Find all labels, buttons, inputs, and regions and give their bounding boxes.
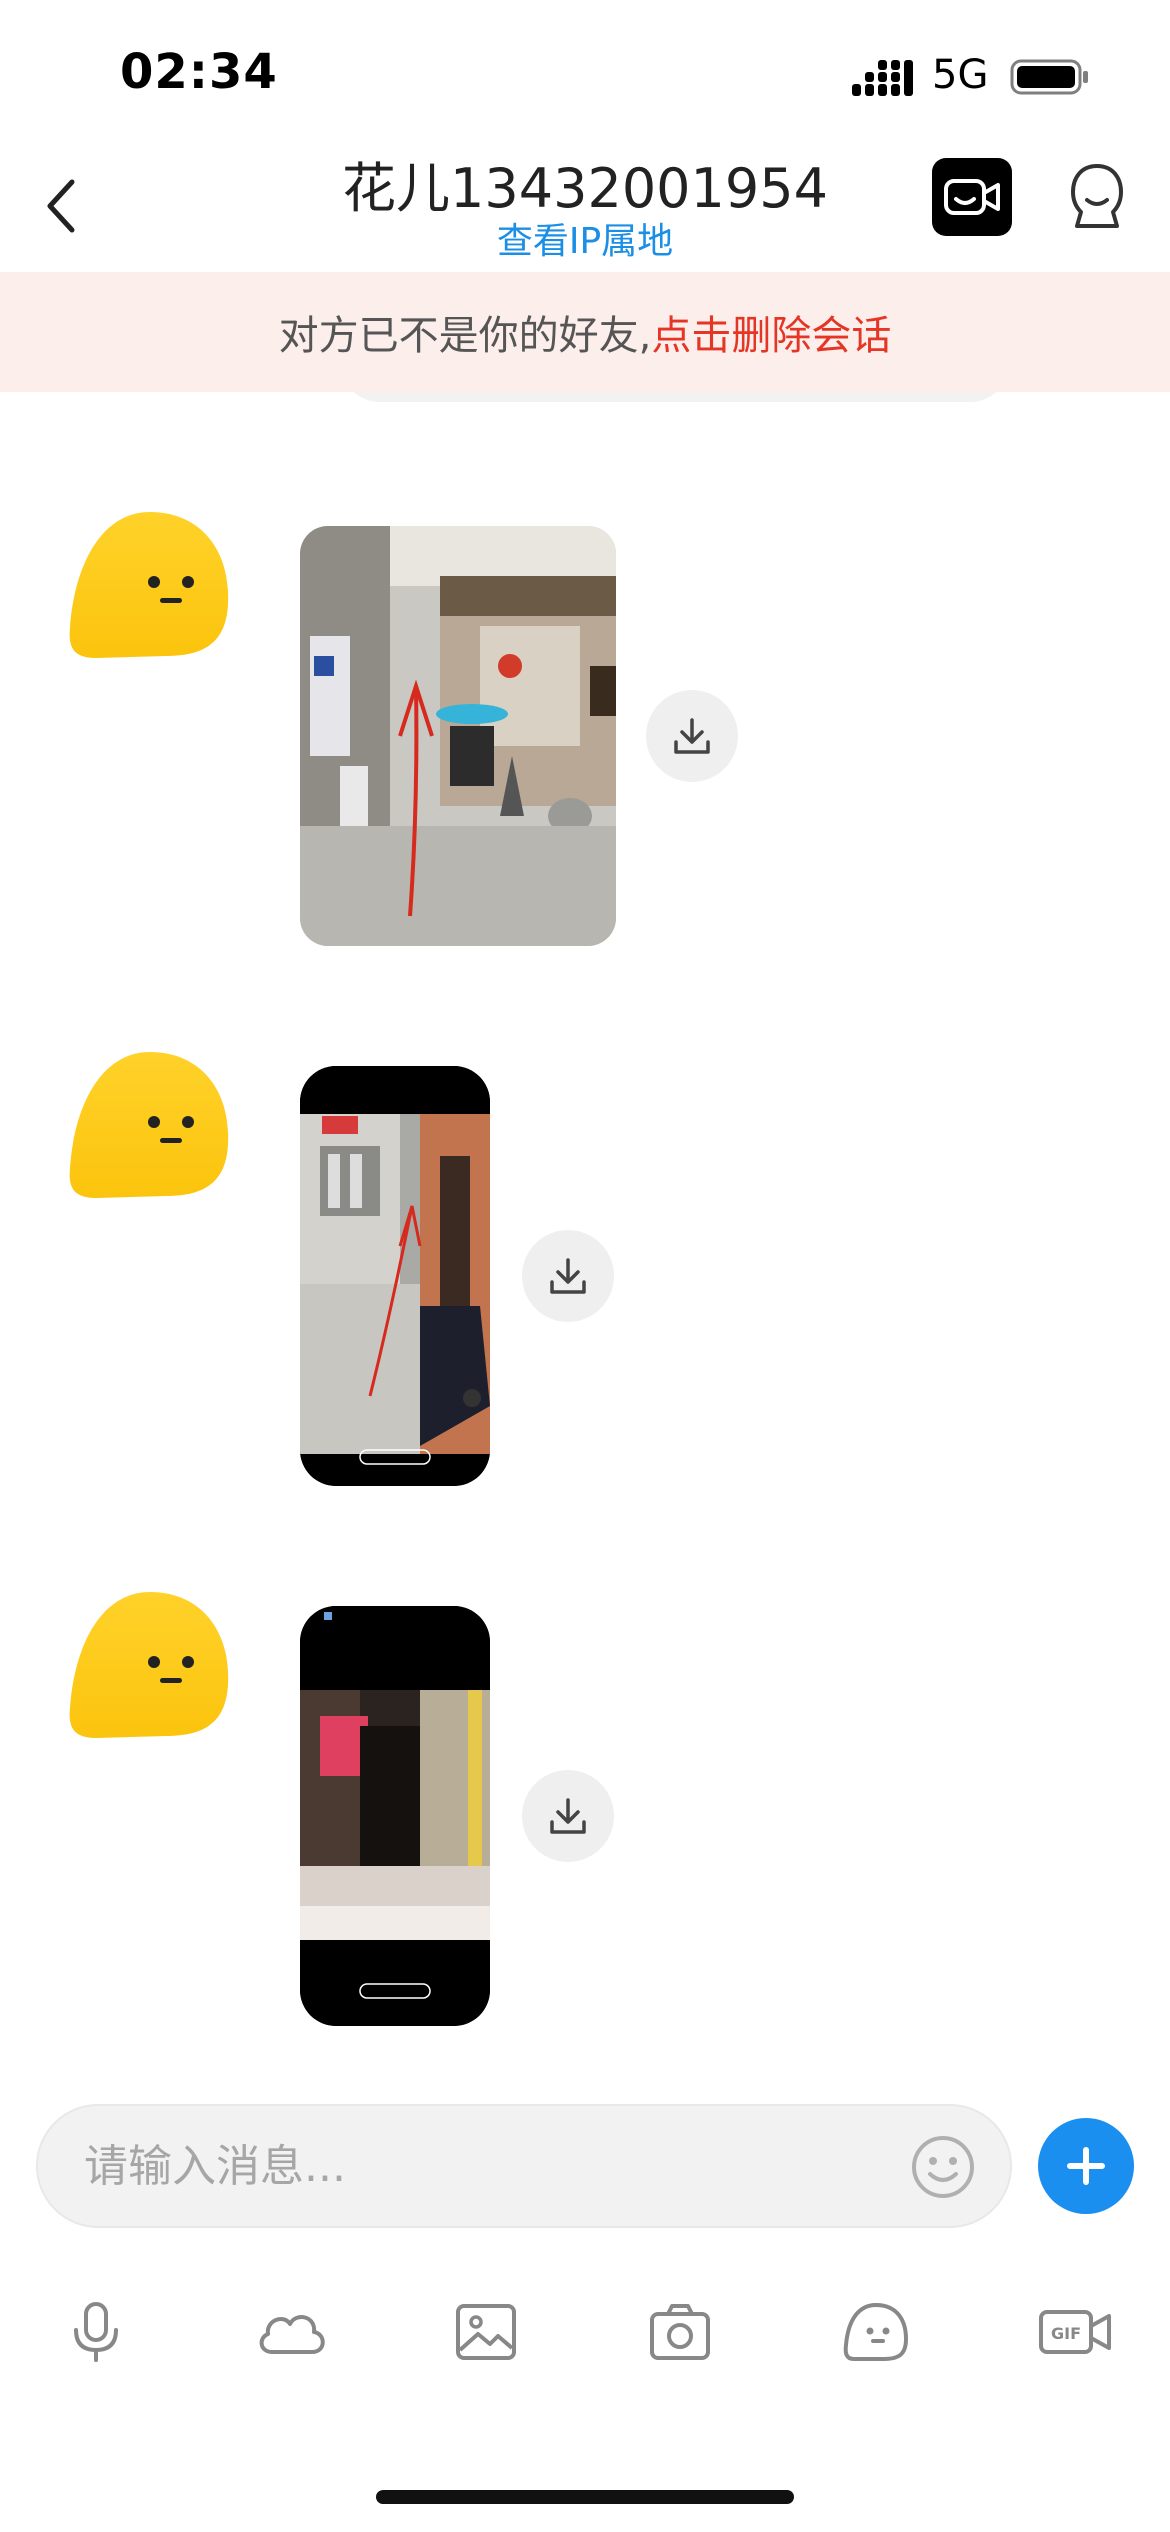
contact-profile-button[interactable] [1060, 156, 1134, 238]
street-photo-image [300, 526, 616, 946]
network-type: 5G [932, 52, 989, 98]
voice-button[interactable] [56, 2296, 136, 2368]
download-button[interactable] [522, 1770, 614, 1862]
doorway-screenshot-image [300, 1606, 490, 2026]
delete-conversation-link[interactable]: 点击删除会话 [651, 303, 891, 361]
signal-icon [852, 60, 913, 96]
chat-header: 花儿13432001954 查看IP属地 [0, 140, 1170, 270]
microphone-icon [74, 2302, 118, 2362]
download-icon [550, 1258, 586, 1294]
sticker-face-icon [843, 2303, 908, 2361]
home-indicator[interactable] [376, 2490, 794, 2504]
sender-avatar[interactable] [66, 1588, 234, 1740]
sender-avatar[interactable] [66, 1048, 234, 1200]
download-button[interactable] [646, 690, 738, 782]
gif-icon: GIF [1039, 2310, 1111, 2354]
alley-screenshot-image [300, 1066, 490, 1486]
image-icon [456, 2304, 516, 2360]
status-time: 02:34 [120, 44, 278, 100]
more-actions-button[interactable] [1038, 2118, 1134, 2214]
emoji-icon[interactable] [908, 2132, 978, 2202]
banner-text: 对方已不是你的好友, [278, 313, 652, 359]
svg-text:GIF: GIF [1051, 2324, 1081, 2343]
not-friend-banner: 对方已不是你的好友, 点击删除会话 [0, 272, 1170, 392]
message-input[interactable] [84, 2106, 904, 2226]
status-bar: 02:34 5G [0, 0, 1170, 140]
cloud-button[interactable] [252, 2296, 332, 2368]
battery-icon [1010, 59, 1088, 95]
message-image[interactable] [300, 526, 616, 946]
gallery-button[interactable] [446, 2296, 526, 2368]
sticker-button[interactable] [836, 2296, 916, 2368]
download-icon [550, 1798, 586, 1834]
video-call-button[interactable] [932, 158, 1012, 236]
cloud-icon [259, 2315, 325, 2354]
download-icon [674, 718, 710, 754]
sender-avatar[interactable] [66, 508, 234, 660]
video-camera-icon [944, 179, 1000, 215]
gif-button[interactable]: GIF [1030, 2296, 1120, 2368]
download-button[interactable] [522, 1230, 614, 1322]
message-image[interactable] [300, 1066, 490, 1486]
camera-button[interactable] [640, 2296, 720, 2368]
ghost-profile-icon [1071, 164, 1123, 228]
plus-icon [1067, 2147, 1105, 2185]
message-input-bar [36, 2104, 1012, 2228]
camera-icon [650, 2304, 710, 2360]
message-image[interactable] [300, 1606, 490, 2026]
